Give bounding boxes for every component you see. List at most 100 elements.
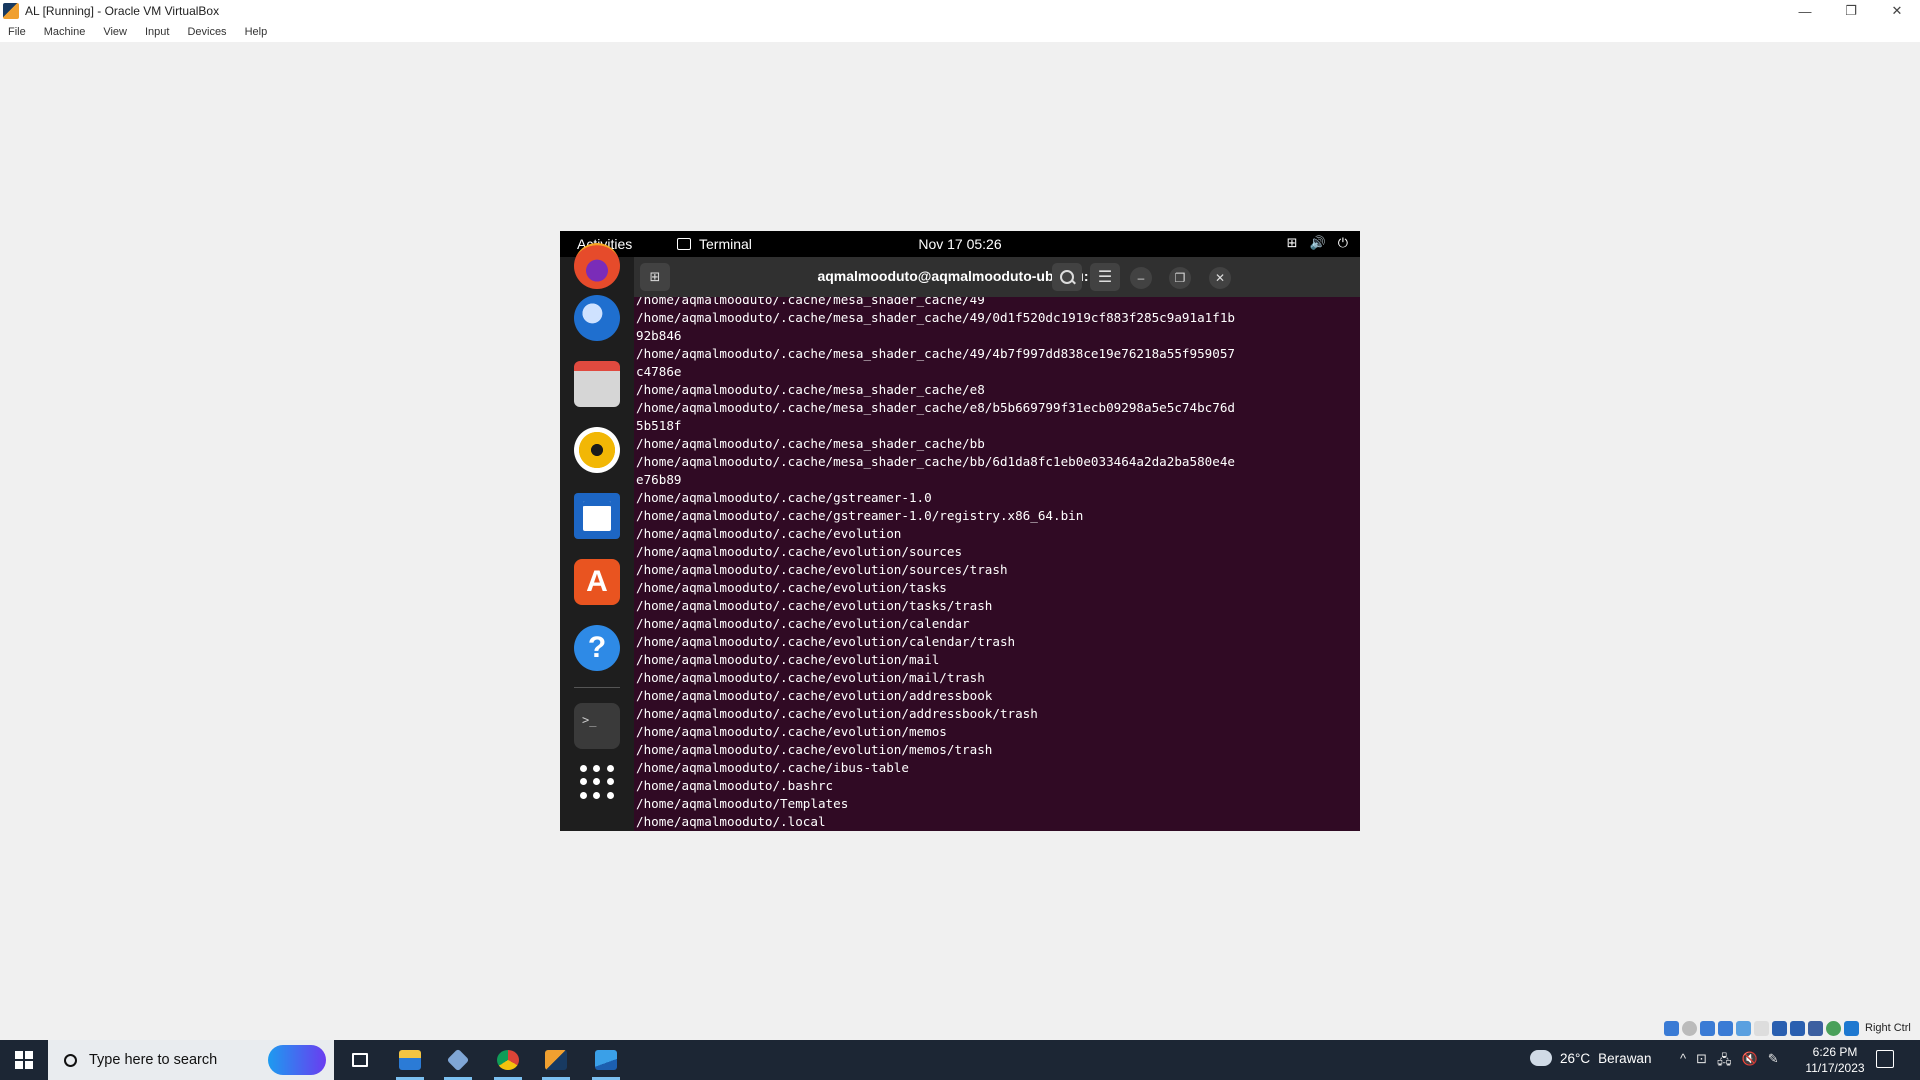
terminal-line: /home/aqmalmooduto/.cache/evolution/mail [636,652,940,667]
terminal-output[interactable]: /home/aqmalmooduto/.cache/mesa_shader_ca… [634,297,1360,831]
dock-separator [574,687,620,688]
cpu-icon[interactable] [1808,1020,1823,1036]
terminal-lines: /home/aqmalmooduto/.cache/mesa_shader_ca… [636,297,1346,831]
show-applications-icon[interactable] [580,765,614,799]
terminal-line: /home/aqmalmooduto/.cache/evolution/mail… [636,670,985,685]
mouse-integration-icon[interactable] [1826,1020,1841,1036]
terminal-line: /home/aqmalmooduto/.cache/evolution/sour… [636,562,1008,577]
file-explorer-icon[interactable] [386,1040,434,1080]
terminal-minimize-button[interactable]: – [1130,267,1152,289]
gnome-clock[interactable]: Nov 17 05:26 [560,236,1360,252]
terminal-line: c4786e [636,364,682,379]
hamburger-menu-icon[interactable]: ☰ [1090,263,1120,291]
network-icon: ⊞ [1286,235,1298,250]
search-highlight-icon[interactable] [268,1045,326,1075]
terminal-close-button[interactable]: ✕ [1209,267,1231,289]
terminal-line: /home/aqmalmooduto/.cache/gstreamer-1.0 [636,490,932,505]
photos-icon[interactable] [582,1040,630,1080]
task-view-icon[interactable] [336,1040,384,1080]
recording-icon[interactable] [1790,1020,1805,1036]
terminal-line: e76b89 [636,472,682,487]
search-placeholder: Type here to search [89,1052,218,1068]
menu-help[interactable]: Help [245,26,268,38]
restore-button[interactable]: ❐ [1828,0,1874,22]
terminal-line: 5b518f [636,418,682,433]
network-status-icon[interactable]: 🖧 [1717,1051,1732,1073]
pen-icon[interactable]: ✎ [1768,1051,1779,1073]
rhythmbox-icon[interactable] [574,427,620,473]
guest-screen[interactable]: Activities Terminal Nov 17 05:26 ⊞ 🔊 ⏻ A… [560,231,1360,831]
menu-devices[interactable]: Devices [187,26,226,38]
help-icon[interactable]: ? [574,625,620,671]
show-hidden-icons-icon[interactable]: ^ [1680,1051,1686,1073]
terminal-headerbar: ⊞ aqmalmooduto@aqmalmooduto-ubuntu: ~ ☰ … [634,257,1360,297]
libreoffice-writer-icon[interactable] [574,493,620,539]
menu-input[interactable]: Input [145,26,169,38]
hard-disk-icon[interactable] [1664,1020,1679,1036]
terminal-line: /home/aqmalmooduto/.cache/mesa_shader_ca… [636,346,1235,361]
taskbar-clock[interactable]: 6:26 PM 11/17/2023 [1800,1044,1870,1076]
menu-file[interactable]: File [8,26,26,38]
ubuntu-software-icon[interactable]: A [574,559,620,605]
files-icon[interactable] [574,361,620,407]
minimize-button[interactable]: — [1782,0,1828,22]
close-button[interactable]: ✕ [1874,0,1920,22]
paint-icon[interactable] [532,1040,580,1080]
menu-machine[interactable]: Machine [44,26,86,38]
virtualbox-taskbar-icon[interactable] [434,1040,482,1080]
window-title: AL [Running] - Oracle VM VirtualBox [25,4,220,18]
audio-icon[interactable] [1700,1020,1715,1036]
usb-icon[interactable] [1736,1020,1751,1036]
terminal-line: /home/aqmalmooduto/.cache/ibus-table [636,760,909,775]
terminal-line: /home/aqmalmooduto/.cache/evolution/cale… [636,616,970,631]
terminal-line: /home/aqmalmooduto/.cache/gstreamer-1.0/… [636,508,1084,523]
taskbar-search-box[interactable]: Type here to search [48,1040,334,1080]
terminal-line: /home/aqmalmooduto/.cache/mesa_shader_ca… [636,436,985,451]
terminal-line: /home/aqmalmooduto/.cache/mesa_shader_ca… [636,297,985,307]
terminal-line: /home/aqmalmooduto/.cache/evolution/cale… [636,634,1016,649]
keyboard-capture-icon[interactable] [1844,1020,1859,1036]
terminal-line: /home/aqmalmooduto/.cache/mesa_shader_ca… [636,454,1235,469]
weather-temp: 26°C [1560,1050,1591,1066]
notification-center-icon[interactable] [1876,1050,1894,1068]
terminal-line: /home/aqmalmooduto/.cache/evolution/addr… [636,688,993,703]
terminal-line: /home/aqmalmooduto/.cache/evolution/memo… [636,742,993,757]
system-tray[interactable]: ^ ⊡ 🖧 🔇 ✎ [1680,1051,1779,1073]
shared-folders-icon[interactable] [1754,1020,1769,1036]
terminal-line: /home/aqmalmooduto/.bashrc [636,778,834,793]
terminal-line: /home/aqmalmooduto/.cache/evolution/sour… [636,544,963,559]
windows-taskbar: Type here to search 26°C Berawan ^ ⊡ 🖧 🔇… [0,1040,1920,1080]
search-icon [64,1053,77,1067]
optical-drive-icon[interactable] [1682,1020,1697,1036]
meet-now-icon[interactable]: ⊡ [1696,1051,1707,1073]
power-icon: ⏻ [1337,235,1348,250]
terminal-line: /home/aqmalmooduto/.cache/mesa_shader_ca… [636,400,1235,415]
network-adapter-icon[interactable] [1718,1020,1733,1036]
firefox-icon[interactable] [574,243,620,289]
terminal-line: /home/aqmalmooduto/.cache/evolution/memo… [636,724,947,739]
weather-widget[interactable]: 26°C Berawan [1530,1050,1651,1066]
terminal-line: /home/aqmalmooduto/.local [636,814,826,829]
taskbar-date: 11/17/2023 [1805,1061,1865,1075]
menu-view[interactable]: View [103,26,127,38]
virtualbox-app-icon [3,3,19,19]
terminal-line: /home/aqmalmooduto/.cache/evolution/addr… [636,706,1038,721]
weather-text: Berawan [1598,1050,1652,1066]
terminal-line: /home/aqmalmooduto/.cache/evolution/task… [636,580,947,595]
vbox-titlebar: AL [Running] - Oracle VM VirtualBox — ❐ … [0,0,1920,22]
terminal-line: /home/aqmalmooduto/.cache/evolution [636,526,902,541]
search-icon[interactable] [1052,263,1082,291]
terminal-maximize-button[interactable]: ❐ [1169,267,1191,289]
terminal-icon[interactable]: >_ [574,703,620,749]
speaker-muted-icon[interactable]: 🔇 [1742,1051,1758,1073]
system-status-area[interactable]: ⊞ 🔊 ⏻ [1287,235,1348,251]
start-button[interactable] [0,1040,48,1080]
host-key-label: Right Ctrl [1865,1022,1911,1034]
display-icon[interactable] [1772,1020,1787,1036]
thunderbird-icon[interactable] [574,295,620,341]
vbox-status-bar: Right Ctrl [1664,1020,1911,1036]
ubuntu-dock: A ? >_ [560,243,634,831]
windows-logo-icon [15,1051,33,1069]
vbox-menubar: File Machine View Input Devices Help [0,22,1920,42]
chrome-icon[interactable] [484,1040,532,1080]
